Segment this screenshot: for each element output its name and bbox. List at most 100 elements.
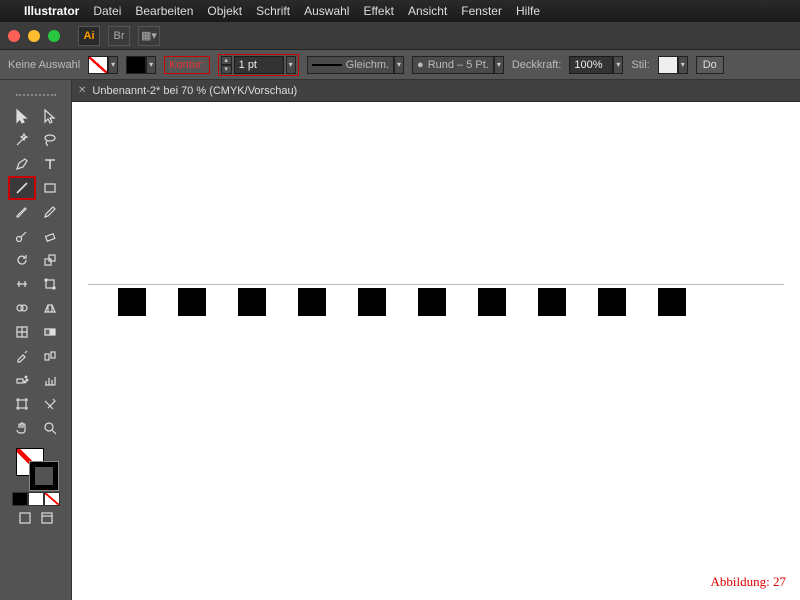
app-name[interactable]: Illustrator (24, 4, 79, 18)
brush-label: Rund – 5 Pt. (428, 59, 489, 71)
line-style-sample-icon (312, 64, 342, 66)
stroke-label: Kontur: (169, 59, 204, 71)
color-mode-gradient[interactable] (28, 492, 44, 506)
screen-mode-row (14, 506, 58, 530)
stroke-swatch[interactable] (126, 56, 146, 74)
selection-status: Keine Auswahl (8, 59, 80, 71)
selection-tool[interactable] (8, 104, 36, 128)
lasso-tool[interactable] (36, 128, 64, 152)
line-style-dropdown-icon[interactable]: ▾ (394, 56, 404, 74)
zoom-tool[interactable] (36, 416, 64, 440)
symbol-spray-tool[interactable] (8, 368, 36, 392)
step-down-icon[interactable]: ▾ (221, 65, 232, 74)
direct-select-tool[interactable] (36, 104, 64, 128)
maximize-window-button[interactable] (48, 30, 60, 42)
gradient-tool[interactable] (36, 320, 64, 344)
document-tab-bar: ✕ Unbenannt-2* bei 70 % (CMYK/Vorschau) (72, 80, 800, 102)
color-mode-row (12, 492, 60, 506)
tools-panel (0, 80, 72, 600)
opacity-dropdown-icon[interactable]: ▾ (613, 56, 623, 74)
style-dropdown-icon[interactable]: ▾ (678, 56, 688, 74)
doc-setup-button[interactable]: Do (696, 56, 724, 74)
close-window-button[interactable] (8, 30, 20, 42)
color-mode-solid[interactable] (12, 492, 28, 506)
menu-objekt[interactable]: Objekt (207, 4, 242, 18)
menu-fenster[interactable]: Fenster (461, 4, 502, 18)
opacity-group[interactable]: 100% ▾ (569, 56, 623, 74)
scale-tool[interactable] (36, 248, 64, 272)
document-tab-title[interactable]: Unbenannt-2* bei 70 % (CMYK/Vorschau) (92, 85, 297, 97)
artwork-line (88, 284, 784, 285)
rotate-tool[interactable] (8, 248, 36, 272)
line-style-select[interactable]: Gleichm. (307, 56, 394, 74)
fill-stroke-control[interactable] (14, 446, 58, 490)
window-bar: Ai Br ▦▾ (0, 22, 800, 50)
brush-group[interactable]: ● Rund – 5 Pt. ▾ (412, 56, 504, 74)
opacity-input[interactable]: 100% (569, 56, 613, 74)
eraser-tool[interactable] (36, 224, 64, 248)
screen-mode-full[interactable] (36, 506, 58, 530)
stroke-weight-dropdown-icon[interactable]: ▾ (286, 56, 296, 74)
style-label: Stil: (631, 59, 649, 71)
brush-select[interactable]: ● Rund – 5 Pt. (412, 56, 494, 74)
stroke-label-highlight: Kontur: (164, 56, 209, 74)
stroke-color-swatch[interactable] (30, 462, 58, 490)
hand-tool[interactable] (8, 416, 36, 440)
shape-builder-tool[interactable] (8, 296, 36, 320)
pen-tool[interactable] (8, 152, 36, 176)
slice-tool[interactable] (36, 392, 64, 416)
menu-datei[interactable]: Datei (93, 4, 121, 18)
document-area: ✕ Unbenannt-2* bei 70 % (CMYK/Vorschau) … (72, 80, 800, 600)
mesh-tool[interactable] (8, 320, 36, 344)
screen-mode-normal[interactable] (14, 506, 36, 530)
style-swatch[interactable] (658, 56, 678, 74)
bridge-button[interactable]: Br (108, 26, 130, 46)
opacity-label: Deckkraft: (512, 59, 562, 71)
artboard-tool[interactable] (8, 392, 36, 416)
fill-swatch-group[interactable]: ▾ (88, 56, 118, 74)
menu-hilfe[interactable]: Hilfe (516, 4, 540, 18)
graph-tool[interactable] (36, 368, 64, 392)
eyedropper-tool[interactable] (8, 344, 36, 368)
menu-auswahl[interactable]: Auswahl (304, 4, 349, 18)
line-style-group[interactable]: Gleichm. ▾ (307, 56, 404, 74)
pencil-tool[interactable] (36, 200, 64, 224)
artwork-squares (118, 288, 686, 316)
menu-schrift[interactable]: Schrift (256, 4, 290, 18)
brush-tool[interactable] (8, 200, 36, 224)
control-bar: Keine Auswahl ▾ ▾ Kontur: ▴ ▾ 1 pt ▾ Gle… (0, 50, 800, 80)
fill-swatch[interactable] (88, 56, 108, 74)
menu-effekt[interactable]: Effekt (363, 4, 393, 18)
minimize-window-button[interactable] (28, 30, 40, 42)
menu-bearbeiten[interactable]: Bearbeiten (135, 4, 193, 18)
workarea: ✕ Unbenannt-2* bei 70 % (CMYK/Vorschau) … (0, 80, 800, 600)
stroke-weight-stepper[interactable]: ▴ ▾ (221, 56, 232, 74)
brush-dot-icon: ● (417, 59, 424, 71)
line-style-label: Gleichm. (346, 59, 389, 71)
style-group[interactable]: ▾ (658, 56, 688, 74)
width-tool[interactable] (8, 272, 36, 296)
app-icon: Ai (78, 26, 100, 46)
type-tool[interactable] (36, 152, 64, 176)
brush-dropdown-icon[interactable]: ▾ (494, 56, 504, 74)
fill-dropdown-icon[interactable]: ▾ (108, 56, 118, 74)
blend-tool[interactable] (36, 344, 64, 368)
mac-menubar: Illustrator Datei Bearbeiten Objekt Schr… (0, 0, 800, 22)
canvas[interactable]: Abbildung: 27 (72, 102, 800, 600)
stroke-swatch-group[interactable]: ▾ (126, 56, 156, 74)
rectangle-tool[interactable] (36, 176, 64, 200)
stroke-weight-highlight: ▴ ▾ 1 pt ▾ (218, 54, 299, 76)
arrange-documents-button[interactable]: ▦▾ (138, 26, 160, 46)
perspective-tool[interactable] (36, 296, 64, 320)
menu-ansicht[interactable]: Ansicht (408, 4, 447, 18)
panel-grip-icon[interactable] (16, 94, 56, 100)
free-transform-tool[interactable] (36, 272, 64, 296)
stroke-weight-input[interactable]: 1 pt (234, 56, 284, 74)
line-tool[interactable] (8, 176, 36, 200)
magic-wand-tool[interactable] (8, 128, 36, 152)
blob-brush-tool[interactable] (8, 224, 36, 248)
step-up-icon[interactable]: ▴ (221, 56, 232, 65)
stroke-dropdown-icon[interactable]: ▾ (146, 56, 156, 74)
tab-close-icon[interactable]: ✕ (78, 85, 86, 96)
color-mode-none[interactable] (44, 492, 60, 506)
